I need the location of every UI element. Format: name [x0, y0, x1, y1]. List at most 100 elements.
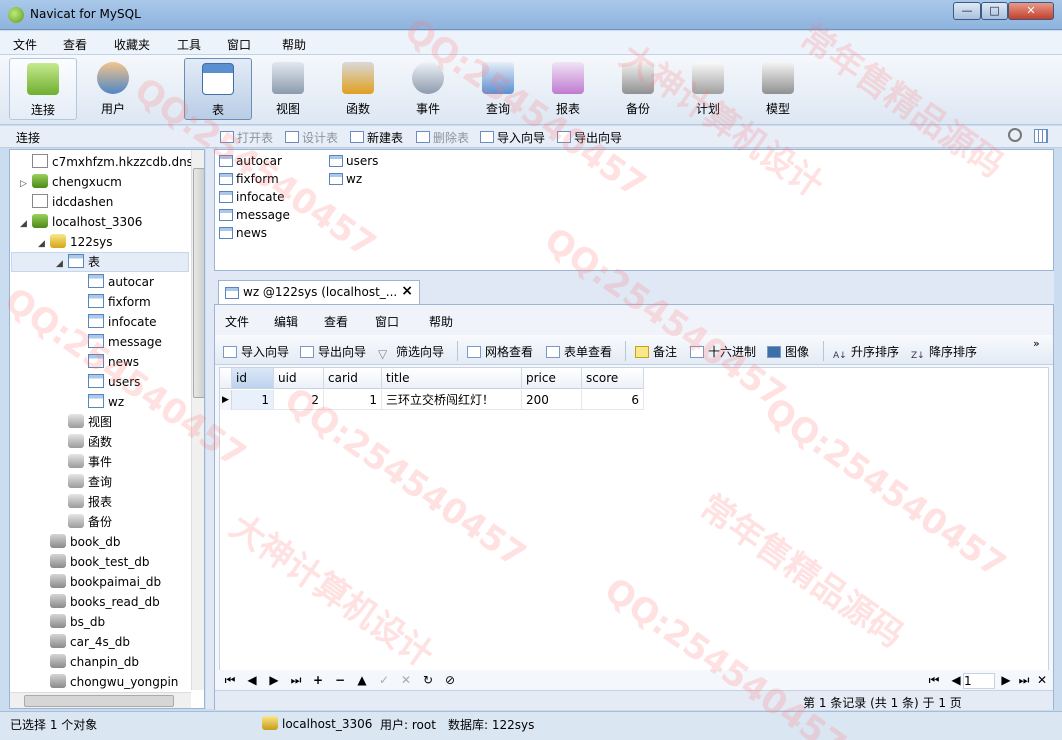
- editor-menu-edit[interactable]: 编辑: [274, 313, 298, 330]
- menu-tools[interactable]: 工具: [177, 36, 201, 53]
- next-page-icon[interactable]: ▶: [997, 673, 1015, 687]
- filter-wizard-button[interactable]: ▽ 筛选向导: [378, 343, 444, 361]
- object-table[interactable]: autocar: [219, 152, 282, 170]
- table-cell[interactable]: 6: [582, 390, 644, 410]
- last-page-icon[interactable]: ⏭: [1015, 673, 1033, 688]
- image-button[interactable]: 图像: [767, 343, 809, 360]
- column-header-score[interactable]: score: [582, 368, 644, 389]
- tree-node-database[interactable]: bs_db: [50, 612, 105, 632]
- tree-node-database[interactable]: book_test_db: [50, 552, 150, 572]
- tree-node-reports[interactable]: 报表: [68, 492, 112, 512]
- tree-node-queries[interactable]: 查询: [68, 472, 112, 492]
- toolbar-view-button[interactable]: 视图: [254, 58, 322, 120]
- collapse-arrow-icon[interactable]: ◢: [20, 214, 32, 234]
- toolbar-table-button[interactable]: 表: [184, 58, 252, 120]
- tree-node-events[interactable]: 事件: [68, 452, 112, 472]
- cancel-icon[interactable]: ✕: [397, 673, 415, 687]
- tree-horizontal-scrollbar[interactable]: [10, 692, 191, 708]
- tree-node-connection[interactable]: idcdashen: [20, 192, 113, 212]
- grid-view-button[interactable]: 网格查看: [467, 343, 533, 360]
- tree-node-views[interactable]: 视图: [68, 412, 112, 432]
- toolbar-query-button[interactable]: 查询: [464, 58, 532, 120]
- scrollbar-thumb[interactable]: [193, 168, 204, 398]
- object-table[interactable]: fixform: [219, 170, 279, 188]
- toolbar-report-button[interactable]: 报表: [534, 58, 602, 120]
- table-cell[interactable]: 1: [324, 390, 382, 410]
- tree-node-database[interactable]: chanpin_db: [50, 652, 139, 672]
- object-table[interactable]: users: [329, 152, 378, 170]
- import-wizard-button[interactable]: 导入向导: [223, 343, 289, 360]
- export-wizard-button[interactable]: 导出向导: [300, 343, 366, 360]
- export-wizard-button[interactable]: 导出向导: [557, 129, 622, 146]
- tree-node-backups[interactable]: 备份: [68, 512, 112, 532]
- tree-node-table[interactable]: infocate: [88, 312, 157, 332]
- object-table[interactable]: news: [219, 224, 267, 242]
- tree-node-functions[interactable]: 函数: [68, 432, 112, 452]
- previous-record-icon[interactable]: ◀: [243, 673, 261, 687]
- design-table-button[interactable]: 设计表: [285, 129, 338, 146]
- tree-node-database[interactable]: ◢ 122sys: [38, 232, 113, 252]
- object-table[interactable]: message: [219, 206, 290, 224]
- menu-view[interactable]: 查看: [63, 36, 87, 53]
- grid-view-icon[interactable]: [1034, 129, 1048, 143]
- open-table-button[interactable]: 打开表: [220, 129, 273, 146]
- tree-node-table[interactable]: message: [88, 332, 162, 352]
- tree-node-table[interactable]: news: [88, 352, 139, 372]
- import-wizard-button[interactable]: 导入向导: [480, 129, 545, 146]
- expand-arrow-icon[interactable]: ▷: [20, 174, 32, 194]
- next-record-icon[interactable]: ▶: [265, 673, 283, 687]
- tree-node-table[interactable]: wz: [88, 392, 124, 412]
- table-cell[interactable]: 1: [232, 390, 274, 410]
- tree-node-tables[interactable]: ◢ 表: [56, 252, 100, 272]
- last-record-icon[interactable]: ⏭: [287, 673, 305, 688]
- first-record-icon[interactable]: ⏮: [221, 673, 239, 688]
- column-header-price[interactable]: price: [522, 368, 582, 389]
- toolbar-event-button[interactable]: 事件: [394, 58, 462, 120]
- pane-splitter[interactable]: [206, 149, 214, 709]
- editor-menu-help[interactable]: 帮助: [429, 313, 453, 330]
- editor-menu-window[interactable]: 窗口: [375, 313, 399, 330]
- page-number-input[interactable]: 1: [963, 673, 995, 689]
- column-header-uid[interactable]: uid: [274, 368, 324, 389]
- menu-favorites[interactable]: 收藏夹: [114, 36, 150, 53]
- search-icon[interactable]: [1008, 128, 1022, 142]
- tree-node-connection[interactable]: ▷ chengxucm: [20, 172, 122, 192]
- table-cell[interactable]: 三环立交桥闯红灯！: [382, 390, 522, 410]
- maximize-button[interactable]: □: [981, 2, 1008, 20]
- tree-node-database[interactable]: car_4s_db: [50, 632, 130, 652]
- confirm-icon[interactable]: ✓: [375, 673, 393, 687]
- stop-icon[interactable]: ⊘: [441, 673, 459, 687]
- horizontal-splitter[interactable]: [214, 271, 1054, 278]
- menu-file[interactable]: 文件: [13, 36, 37, 53]
- toolbar-connection-button[interactable]: 连接: [9, 58, 77, 120]
- sort-ascending-button[interactable]: A↓ 升序排序: [833, 343, 899, 363]
- close-icon[interactable]: ×: [401, 283, 413, 299]
- tree-node-database[interactable]: chongwu_yongpin: [50, 672, 178, 692]
- minimize-button[interactable]: —: [953, 2, 981, 20]
- tree-node-connection[interactable]: ◢ localhost_3306: [20, 212, 142, 232]
- delete-record-icon[interactable]: −: [331, 673, 349, 687]
- collapse-arrow-icon[interactable]: ◢: [38, 234, 50, 254]
- menu-help[interactable]: 帮助: [282, 36, 306, 53]
- object-table[interactable]: wz: [329, 170, 362, 188]
- first-page-icon[interactable]: ⏮: [925, 673, 943, 688]
- collapse-arrow-icon[interactable]: ◢: [56, 254, 68, 274]
- column-header-id[interactable]: id: [232, 368, 274, 389]
- close-button[interactable]: ✕: [1008, 2, 1054, 20]
- toolbar-model-button[interactable]: 模型: [744, 58, 812, 120]
- delete-table-button[interactable]: 删除表: [416, 129, 469, 146]
- hex-button[interactable]: 十六进制: [690, 343, 756, 360]
- tree-node-table[interactable]: autocar: [88, 272, 154, 292]
- tree-node-connection[interactable]: c7mxhfzm.hkzzcdb.dnst: [20, 152, 198, 172]
- document-tab[interactable]: wz @122sys (localhost_... ×: [218, 280, 420, 304]
- toolbar-function-button[interactable]: 函数: [324, 58, 392, 120]
- refresh-icon[interactable]: ↻: [419, 673, 437, 687]
- menu-window[interactable]: 窗口: [227, 36, 251, 53]
- add-record-icon[interactable]: +: [309, 673, 327, 687]
- toolbar-overflow-icon[interactable]: »: [1033, 337, 1040, 350]
- settings-icon[interactable]: ✕: [1033, 673, 1051, 687]
- tree-vertical-scrollbar[interactable]: [191, 150, 204, 690]
- toolbar-backup-button[interactable]: 备份: [604, 58, 672, 120]
- apply-changes-icon[interactable]: ▲: [353, 673, 371, 687]
- toolbar-user-button[interactable]: 用户: [79, 58, 147, 120]
